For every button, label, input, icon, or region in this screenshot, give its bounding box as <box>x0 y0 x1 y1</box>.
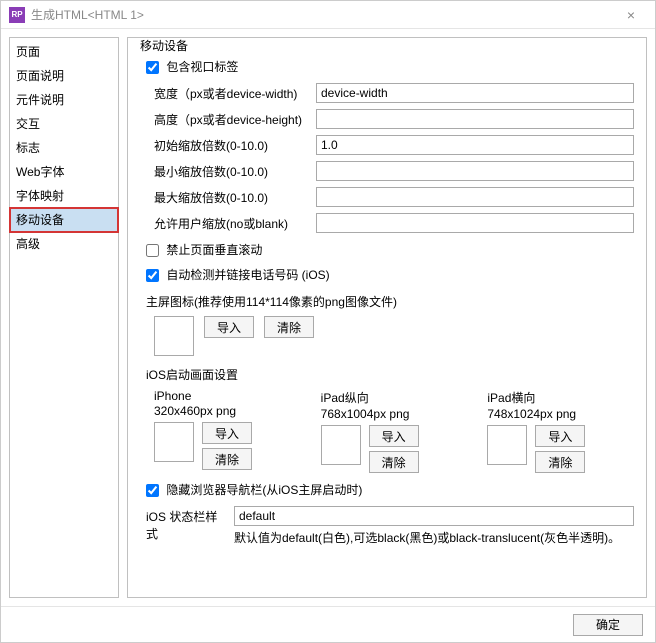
splash-import-button[interactable]: 导入 <box>535 425 585 447</box>
home-icon-row: 导入 清除 <box>154 316 634 356</box>
include-viewport-checkbox[interactable] <box>146 61 159 74</box>
home-icon-import-button[interactable]: 导入 <box>204 316 254 338</box>
statusbar-desc: 默认值为default(白色),可选black(黑色)或black-transl… <box>234 530 634 547</box>
home-icon-title: 主屏图标(推荐使用114*114像素的png图像文件) <box>146 293 634 310</box>
sidebar: 页面页面说明元件说明交互标志Web字体字体映射移动设备高级 <box>9 37 119 598</box>
user-scalable-input[interactable] <box>316 213 634 233</box>
splash-thumb <box>487 425 527 465</box>
splash-thumb <box>154 422 194 462</box>
close-icon[interactable]: × <box>615 7 647 23</box>
app-icon: RP <box>9 7 25 23</box>
initial-scale-label: 初始缩放倍数(0-10.0) <box>140 137 310 154</box>
sidebar-item[interactable]: 交互 <box>10 112 118 136</box>
disable-vscroll-text: 禁止页面垂直滚动 <box>166 243 262 257</box>
splash-import-button[interactable]: 导入 <box>202 422 252 444</box>
splash-dim: 748x1024px png <box>487 407 634 421</box>
splash-name: iPad横向 <box>487 389 634 406</box>
sidebar-item[interactable]: 移动设备 <box>10 208 118 232</box>
disable-vscroll-label[interactable]: 禁止页面垂直滚动 <box>146 243 262 257</box>
max-scale-label: 最大缩放倍数(0-10.0) <box>140 189 310 206</box>
splash-clear-button[interactable]: 清除 <box>202 448 252 470</box>
width-label: 宽度（px或者device-width) <box>140 85 310 102</box>
height-input[interactable] <box>316 109 634 129</box>
sidebar-item[interactable]: 字体映射 <box>10 184 118 208</box>
initial-scale-input[interactable] <box>316 135 634 155</box>
splash-title: iOS启动画面设置 <box>146 366 634 383</box>
detect-phone-label[interactable]: 自动检测并链接电话号码 (iOS) <box>146 268 330 282</box>
height-label: 高度（px或者device-height) <box>140 111 310 128</box>
hide-navbar-checkbox[interactable] <box>146 484 159 497</box>
hide-navbar-label[interactable]: 隐藏浏览器导航栏(从iOS主屏启动时) <box>146 483 362 497</box>
splash-name: iPhone <box>154 389 301 403</box>
statusbar-row: iOS 状态栏样式 默认值为default(白色),可选black(黑色)或bl… <box>146 506 634 547</box>
min-scale-label: 最小缩放倍数(0-10.0) <box>140 163 310 180</box>
width-input[interactable] <box>316 83 634 103</box>
sidebar-item[interactable]: Web字体 <box>10 160 118 184</box>
ok-button[interactable]: 确定 <box>573 614 643 636</box>
splash-clear-button[interactable]: 清除 <box>369 451 419 473</box>
sidebar-item[interactable]: 元件说明 <box>10 88 118 112</box>
include-viewport-text: 包含视口标签 <box>166 60 238 74</box>
main-panel: 移动设备 包含视口标签 宽度（px或者device-width) 高度（px或者… <box>127 37 647 598</box>
home-icon-thumb <box>154 316 194 356</box>
statusbar-label: iOS 状态栏样式 <box>146 506 226 542</box>
titlebar: RP 生成HTML<HTML 1> × <box>1 1 655 29</box>
window-title: 生成HTML<HTML 1> <box>31 6 615 23</box>
splash-dim: 320x460px png <box>154 404 301 418</box>
statusbar-input[interactable] <box>234 506 634 526</box>
splash-import-button[interactable]: 导入 <box>369 425 419 447</box>
splash-thumb <box>321 425 361 465</box>
fieldset-legend: 移动设备 <box>136 37 192 54</box>
sidebar-item[interactable]: 页面说明 <box>10 64 118 88</box>
include-viewport-row: 包含视口标签 <box>146 58 634 75</box>
sidebar-item[interactable]: 页面 <box>10 40 118 64</box>
detect-phone-text: 自动检测并链接电话号码 (iOS) <box>166 268 329 282</box>
user-scalable-label: 允许用户缩放(no或blank) <box>140 215 310 232</box>
dialog-body: 页面页面说明元件说明交互标志Web字体字体映射移动设备高级 移动设备 包含视口标… <box>1 29 655 606</box>
splash-name: iPad纵向 <box>321 389 468 406</box>
home-icon-clear-button[interactable]: 清除 <box>264 316 314 338</box>
min-scale-input[interactable] <box>316 161 634 181</box>
splash-group: iPhone320x460px png导入清除iPad纵向768x1004px … <box>154 389 634 473</box>
max-scale-input[interactable] <box>316 187 634 207</box>
splash-clear-button[interactable]: 清除 <box>535 451 585 473</box>
splash-item: iPad横向748x1024px png 导入清除 <box>487 389 634 473</box>
detect-phone-checkbox[interactable] <box>146 269 159 282</box>
dialog-window: RP 生成HTML<HTML 1> × 页面页面说明元件说明交互标志Web字体字… <box>0 0 656 643</box>
splash-dim: 768x1004px png <box>321 407 468 421</box>
dialog-footer: 确定 <box>1 606 655 642</box>
sidebar-item[interactable]: 标志 <box>10 136 118 160</box>
splash-item: iPhone320x460px png 导入清除 <box>154 389 301 473</box>
disable-vscroll-checkbox[interactable] <box>146 244 159 257</box>
splash-item: iPad纵向768x1004px png 导入清除 <box>321 389 468 473</box>
hide-navbar-text: 隐藏浏览器导航栏(从iOS主屏启动时) <box>166 483 362 497</box>
sidebar-item[interactable]: 高级 <box>10 232 118 256</box>
include-viewport-checkbox-label[interactable]: 包含视口标签 <box>146 60 238 74</box>
